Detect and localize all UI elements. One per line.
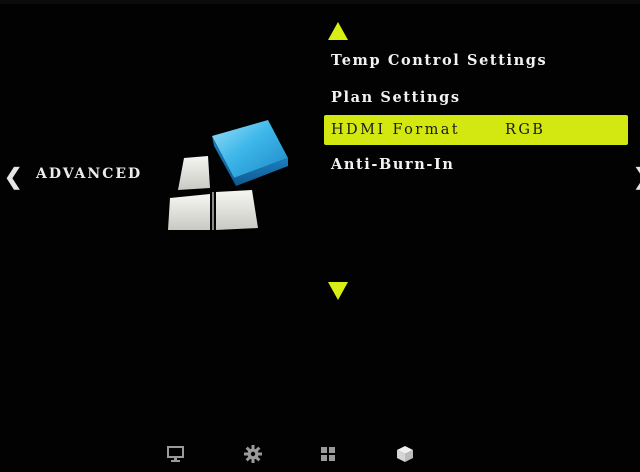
grid-icon[interactable] (318, 444, 338, 464)
gear-icon[interactable] (243, 444, 263, 464)
menu-item-label: Anti-Burn-In (331, 156, 455, 173)
scroll-up-arrow-icon[interactable] (328, 22, 348, 40)
osd-screen: ❮ ADVANCED Temp Control Settings Plan Se… (0, 0, 640, 472)
screen-bezel-top (0, 0, 640, 4)
box-icon[interactable] (395, 444, 415, 464)
menu-item-anti-burn-in[interactable]: Anti-Burn-In (324, 150, 628, 180)
menu-item-label: Temp Control Settings (331, 52, 548, 69)
monitor-icon[interactable] (166, 444, 186, 464)
advanced-category-icon (168, 120, 288, 230)
next-category-arrow-icon[interactable]: ❯ (633, 164, 640, 190)
menu-item-temp-control-settings[interactable]: Temp Control Settings (324, 46, 628, 76)
menu-item-label: Plan Settings (331, 89, 461, 106)
menu-item-plan-settings[interactable]: Plan Settings (324, 83, 628, 113)
menu-item-label: HDMI Format (331, 122, 461, 138)
hdmi-format-value: RGB (505, 122, 546, 138)
scroll-down-arrow-icon[interactable] (328, 282, 348, 300)
category-label: ADVANCED (36, 166, 143, 182)
category-dock (130, 434, 460, 472)
menu-item-hdmi-format[interactable]: HDMI Format RGB (324, 115, 628, 145)
previous-category-arrow-icon[interactable]: ❮ (4, 164, 22, 190)
